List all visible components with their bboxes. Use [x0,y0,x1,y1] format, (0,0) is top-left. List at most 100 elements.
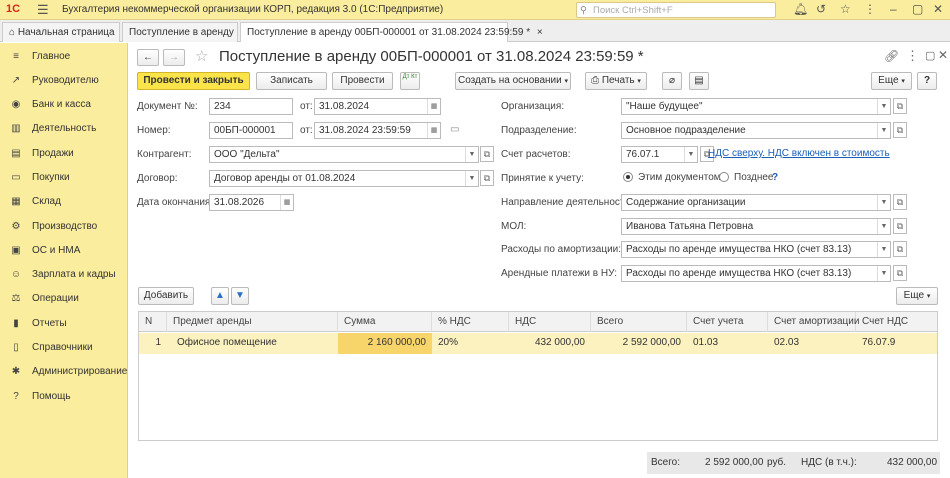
link-icon[interactable]: 🔗︎ [884,49,899,63]
menu-icon[interactable]: ☰ [37,2,49,18]
sidebar-item-directories[interactable]: ▯ Справочники [0,337,128,359]
move-up-button[interactable]: ▲ [211,287,229,305]
add-row-button[interactable]: Добавить [138,287,194,305]
sidebar-item-activity[interactable]: ▥ Деятельность [0,118,128,140]
forward-button[interactable]: → [163,49,185,66]
col-vat-rate[interactable]: % НДС [432,312,509,332]
favorite-star-icon[interactable]: ☆ [195,47,208,65]
help-icon[interactable]: ? [772,172,778,183]
post-and-close-button[interactable]: Провести и закрыть [137,72,250,90]
sidebar-item-assets[interactable]: ▣ ОС и НМА [0,240,128,262]
move-down-button[interactable]: ▼ [231,287,249,305]
col-sum[interactable]: Сумма [338,312,432,332]
vat-mode-link[interactable]: НДС сверху. НДС включен в стоимость [708,148,890,159]
back-button[interactable]: ← [137,49,159,66]
calendar-icon[interactable]: ▦ [280,195,293,210]
chevron-down-icon[interactable]: ▼ [877,123,890,138]
open-direction-button[interactable]: ⧉ [893,194,907,210]
save-button[interactable]: Записать [256,72,327,90]
chevron-down-icon[interactable]: ▼ [877,266,890,281]
sidebar-item-reports[interactable]: ▮ Отчеты [0,313,128,335]
more-vert-icon[interactable]: ⋮ [906,48,919,64]
tab-close-icon[interactable]: × [537,27,543,38]
doc-date-field[interactable]: 31.08.2024 ▦ [314,98,441,115]
sidebar-item-warehouse[interactable]: ▦ Склад [0,191,128,213]
chevron-down-icon[interactable]: ▼ [684,147,697,162]
chevron-down-icon[interactable]: ▼ [877,99,890,114]
calendar-icon[interactable]: ▦ [427,123,440,138]
sidebar-item-salary[interactable]: ☺ Зарплата и кадры [0,264,128,286]
history-icon[interactable]: ↺ [816,2,826,16]
org-field[interactable]: "Наше будущее" ▼ [621,98,891,115]
minimize-icon[interactable]: – [890,2,897,16]
col-account[interactable]: Счет учета [687,312,768,332]
close-icon[interactable]: ✕ [933,2,943,16]
help-button[interactable]: ? [917,72,937,90]
calendar-icon[interactable]: ▦ [427,99,440,114]
number-date-field[interactable]: 31.08.2024 23:59:59 ▦ [314,122,441,139]
tab-home[interactable]: ⌂ Начальная страница [2,22,120,42]
sidebar-item-admin[interactable]: ✱ Администрирование [0,361,128,383]
col-subject[interactable]: Предмет аренды [167,312,338,332]
open-amort-button[interactable]: ⧉ [893,241,907,257]
end-date-field[interactable]: 31.08.2026 ▦ [209,194,294,211]
open-counterparty-button[interactable]: ⧉ [480,146,494,162]
chevron-down-icon[interactable]: ▼ [465,147,478,162]
radio-this-doc-label[interactable]: Этим документом [638,172,721,183]
chevron-down-icon[interactable]: ▼ [465,171,478,186]
comment-icon[interactable]: ▭ [450,124,459,135]
col-vat-account[interactable]: Счет НДС [856,312,937,332]
bell-icon[interactable]: 🔔︎ [793,2,808,16]
chevron-down-icon[interactable]: ▼ [877,219,890,234]
more-button[interactable]: Еще ▾ [871,72,912,90]
open-dept-button[interactable]: ⧉ [893,122,907,138]
radio-this-doc[interactable] [623,172,633,182]
tab-rent-doc[interactable]: Поступление в аренду 00БП-000001 от 31.0… [240,22,543,42]
tab-rent-list[interactable]: Поступление в аренду [122,22,238,42]
counterparty-field[interactable]: ООО "Дельта" ▼ [209,146,479,163]
sidebar-item-purchases[interactable]: ▭ Покупки [0,167,128,189]
open-org-button[interactable]: ⧉ [893,98,907,114]
sidebar-item-production[interactable]: ⚙ Производство [0,216,128,238]
chevron-down-icon[interactable]: ▼ [877,242,890,257]
star-icon[interactable]: ☆ [840,2,851,16]
chevron-down-icon[interactable]: ▼ [877,195,890,210]
col-n[interactable]: N [139,312,167,332]
table-more-button[interactable]: Еще ▾ [896,287,938,305]
number-field[interactable]: 00БП-000001 [209,122,293,139]
sidebar-item-help[interactable]: ? Помощь [0,386,128,408]
account-field[interactable]: 76.07.1 ▼ [621,146,698,163]
open-contract-button[interactable]: ⧉ [480,170,494,186]
doc-no-field[interactable]: 234 [209,98,293,115]
mol-field[interactable]: Иванова Татьяна Петровна ▼ [621,218,891,235]
close-form-icon[interactable]: ✕ [938,48,948,62]
col-vat[interactable]: НДС [509,312,591,332]
cell-sum[interactable]: 2 160 000,00 [338,333,432,354]
create-based-button[interactable]: Создать на основании ▾ [455,72,571,90]
col-amort-account[interactable]: Счет амортизации [768,312,859,332]
contract-field[interactable]: Договор аренды от 01.08.2024 ▼ [209,170,479,187]
sidebar-item-manager[interactable]: ↗ Руководителю [0,70,128,92]
report-button[interactable]: ▤ [689,72,709,90]
sidebar-item-bank[interactable]: ◉ Банк и касса [0,94,128,116]
radio-later[interactable] [719,172,729,182]
rent-nu-field[interactable]: Расходы по аренде имущества НКО (счет 83… [621,265,891,282]
window-icon[interactable]: ▢ [925,49,935,62]
attach-button[interactable]: ⌀ [662,72,682,90]
direction-field[interactable]: Содержание организации ▼ [621,194,891,211]
amort-field[interactable]: Расходы по аренде имущества НКО (счет 83… [621,241,891,258]
dt-kt-button[interactable]: Дт Кт [400,72,420,90]
radio-later-label[interactable]: Позднее [734,172,773,183]
open-mol-button[interactable]: ⧉ [893,218,907,234]
sidebar-item-operations[interactable]: ⚖ Операции [0,288,128,310]
sidebar-item-sales[interactable]: ▤ Продажи [0,143,128,165]
print-button[interactable]: ⎙ Печать ▾ [585,72,647,90]
sidebar-item-main[interactable]: ≡ Главное [0,46,128,68]
search-input[interactable]: ⚲ Поиск Ctrl+Shift+F [576,2,776,18]
settings-menu-icon[interactable]: ⋮ [864,2,876,16]
post-button[interactable]: Провести [332,72,393,90]
dept-field[interactable]: Основное подразделение ▼ [621,122,891,139]
open-rent-nu-button[interactable]: ⧉ [893,265,907,281]
restore-icon[interactable]: ▢ [912,2,923,16]
table-row[interactable]: 1 Офисное помещение 2 160 000,00 20% 432… [139,333,937,354]
